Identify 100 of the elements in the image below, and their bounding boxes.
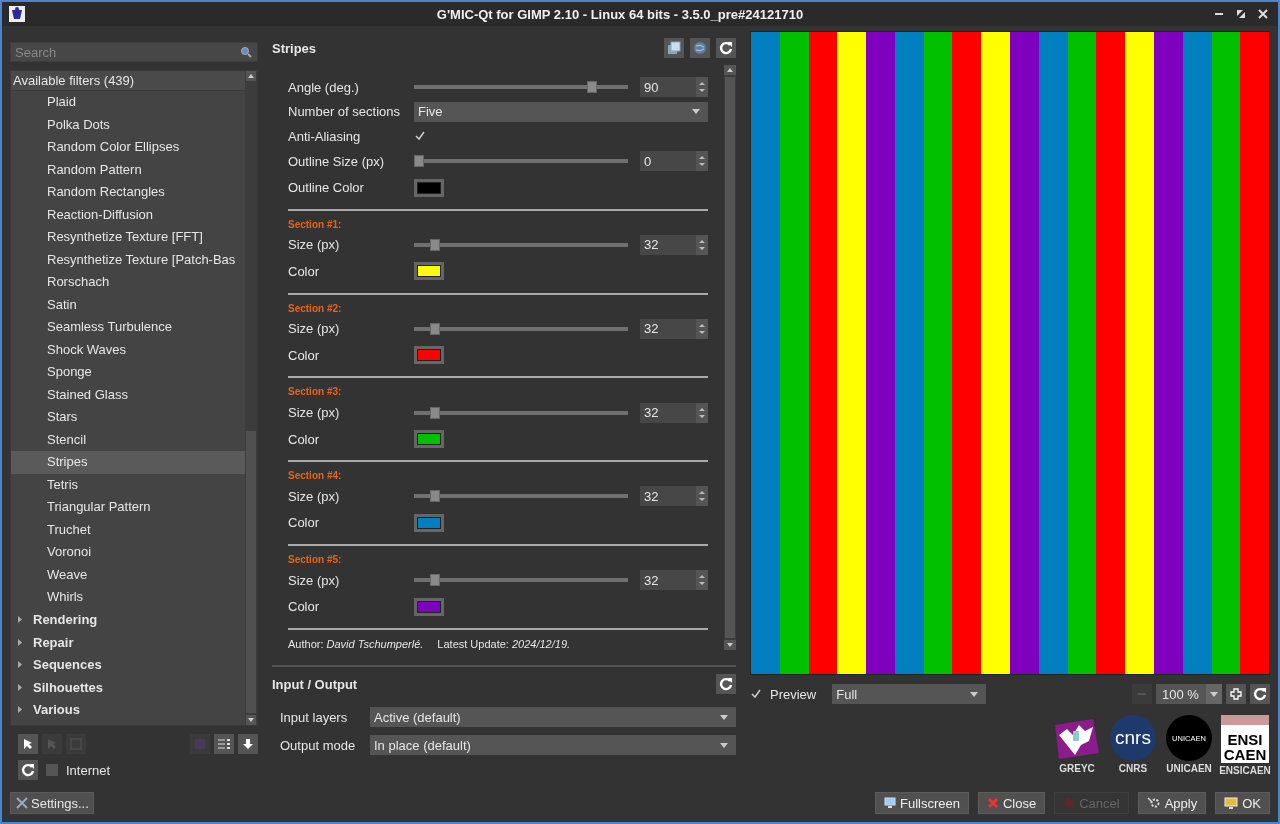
expand-arrow-icon[interactable] [17,616,23,624]
param-label: Size (px) [288,572,341,588]
filter-item[interactable]: Shock Waves [11,338,245,361]
gear-icon [1146,796,1161,810]
filter-item[interactable]: Triangular Pattern [11,496,245,519]
slider-thumb[interactable] [430,574,441,587]
filter-item[interactable]: Sponge [11,361,245,384]
ok-button[interactable]: OK [1215,792,1270,814]
slider-thumb[interactable] [430,322,441,335]
filter-item[interactable]: Seamless Turbulence [11,316,245,339]
scroll-down-button[interactable] [724,640,736,650]
filter-item[interactable]: Resynthetize Texture [FFT] [11,226,245,249]
filter-item[interactable]: Weave [11,563,245,586]
category-item[interactable]: Various [33,702,80,718]
color-tool-button[interactable] [190,734,210,754]
tools-icon [15,796,29,810]
refresh-button[interactable] [1250,684,1270,704]
search-field[interactable]: Search [10,42,258,62]
close-icon[interactable] [1258,9,1268,19]
spin-arrows-icon[interactable] [696,151,708,171]
slider-thumb[interactable] [430,406,441,419]
copy-button[interactable] [664,38,684,58]
param-label: Anti-Aliasing [288,128,362,144]
refresh-icon [719,677,733,691]
globe-button[interactable] [690,38,710,58]
dropdown[interactable]: Full [832,684,987,704]
expand-arrow-icon[interactable] [17,638,23,646]
spin-arrows-icon[interactable] [696,77,708,98]
spin-arrows-icon[interactable] [696,318,708,339]
dropdown[interactable]: In place (default) [370,735,736,755]
filter-item[interactable]: Voronoi [11,541,245,564]
filter-item[interactable]: Stars [11,406,245,429]
scrollbar-thumb[interactable] [725,77,735,638]
category-item[interactable]: Sequences [33,657,102,673]
number-field[interactable]: 32 [640,318,708,339]
refresh-button[interactable] [716,38,736,58]
slider-thumb[interactable] [430,490,441,503]
close-button[interactable]: Close [977,792,1046,814]
scrollbar[interactable] [245,71,257,725]
filter-item[interactable]: Plaid [11,91,245,114]
expand-arrow-icon[interactable] [17,683,23,691]
expand-arrow-icon[interactable] [17,706,23,714]
slider-thumb[interactable] [587,81,598,94]
category-item[interactable]: Rendering [33,612,98,628]
scrollbar[interactable] [724,65,736,650]
caret-icon [720,742,728,748]
dropdown[interactable]: Active (default) [370,707,736,727]
dropdown[interactable]: Five [414,101,708,122]
filter-item[interactable]: Tetris [11,473,245,496]
refresh-button[interactable] [716,674,736,694]
number-field[interactable]: 0 [640,151,708,171]
zoom-in-button[interactable] [1226,684,1246,704]
cursor-tool-button[interactable] [18,734,38,754]
number-field[interactable]: 32 [640,234,708,255]
spin-arrows-icon[interactable] [696,234,708,255]
filter-item[interactable]: Stained Glass [11,383,245,406]
filter-item[interactable]: Polka Dots [11,113,245,136]
scroll-up-button[interactable] [246,71,256,81]
filter-item[interactable]: Rorschach [11,271,245,294]
slider-thumb[interactable] [414,155,424,167]
checkbox[interactable] [750,688,762,700]
filter-item[interactable]: Random Pattern [11,158,245,181]
scroll-up-button[interactable] [724,65,736,75]
settings-button[interactable]: Settings... [10,792,94,814]
maximize-icon[interactable] [1236,9,1246,19]
filter-item[interactable]: Resynthetize Texture [Patch-Bas [11,248,245,271]
number-field[interactable]: 90 [640,77,708,98]
filter-item[interactable]: Satin [11,293,245,316]
checkbox-label: Internet [66,762,111,778]
filter-item[interactable]: Stripes [11,451,245,474]
spin-arrows-icon[interactable] [696,486,708,507]
slider-thumb[interactable] [430,238,441,251]
number-field[interactable]: 32 [640,570,708,591]
section-heading: Section #1: [288,218,343,232]
filter-item[interactable]: Stencil [11,428,245,451]
apply-button[interactable]: Apply [1137,792,1207,814]
number-field[interactable]: 32 [640,486,708,507]
category-item[interactable]: Repair [33,634,74,650]
download-button[interactable] [238,734,258,754]
filter-item[interactable]: Truchet [11,518,245,541]
category-item[interactable]: Silhouettes [33,679,104,695]
filter-item[interactable]: Random Rectangles [11,181,245,204]
checkbox[interactable] [46,764,58,776]
filter-item[interactable]: Reaction-Diffusion [11,203,245,226]
fullscreen-button[interactable]: Fullscreen [875,792,969,814]
monitor-icon [884,797,896,809]
expand-arrow-icon[interactable] [17,661,23,669]
number-field[interactable]: 32 [640,402,708,423]
zoom-field[interactable]: 100 % [1156,684,1222,704]
checkbox[interactable] [414,130,426,143]
scrollbar-thumb[interactable] [246,431,256,713]
scroll-down-button[interactable] [246,715,256,725]
spin-arrows-icon[interactable] [696,570,708,591]
filter-item[interactable]: Random Color Ellipses [11,136,245,159]
list-tool-button[interactable] [214,734,234,754]
refresh-button[interactable] [18,760,38,780]
list-icon [217,738,231,750]
spin-arrows-icon[interactable] [696,402,708,423]
filter-item[interactable]: Whirls [11,586,245,609]
field-label: Output mode [280,737,357,753]
